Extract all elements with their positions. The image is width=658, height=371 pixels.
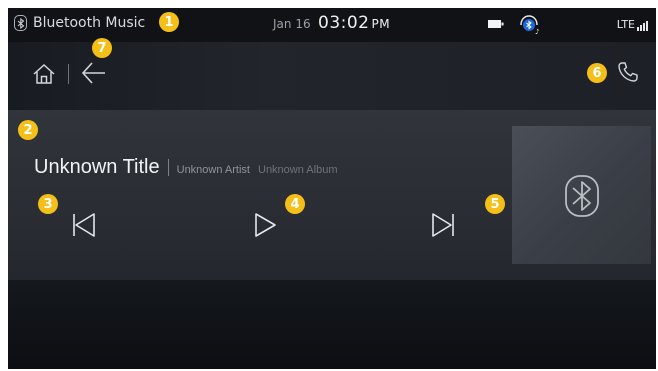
annotation-marker: 4 [285, 194, 305, 214]
source-indicator: Bluetooth Music [14, 15, 145, 31]
play-icon[interactable] [251, 211, 279, 239]
status-time: 03:02 PM [318, 13, 390, 33]
annotation-marker: 2 [18, 120, 38, 140]
annotation-marker: 6 [587, 63, 607, 83]
skip-previous-icon[interactable] [70, 211, 98, 239]
source-label: Bluetooth Music [33, 15, 146, 31]
bottom-panel [8, 280, 656, 369]
network-label: LTE [616, 18, 635, 31]
network-indicator: LTE [617, 18, 648, 31]
track-artist: Unknown Artist [176, 164, 250, 176]
annotation-marker: 5 [485, 194, 505, 214]
home-icon[interactable] [32, 62, 56, 86]
annotation-marker: 1 [159, 12, 179, 32]
annotation-marker: 3 [38, 194, 58, 214]
signal-bars-icon [636, 21, 648, 31]
nav-divider [68, 64, 69, 84]
car-display-screen: Bluetooth Music Jan 16 03:02 PM ♪ LTE Un… [8, 8, 656, 369]
annotation-marker: 7 [92, 38, 112, 58]
back-arrow-icon[interactable] [80, 60, 108, 86]
battery-icon [488, 20, 504, 28]
status-date: Jan 16 [273, 17, 311, 31]
time-ampm: PM [371, 17, 391, 31]
svg-text:♪: ♪ [535, 28, 539, 36]
album-art [512, 126, 651, 264]
track-album: Unknown Album [258, 164, 338, 176]
now-playing-panel: Unknown Title Unknown Artist Unknown Alb… [8, 110, 656, 280]
status-bar: Bluetooth Music Jan 16 03:02 PM ♪ LTE [8, 8, 656, 42]
track-title: Unknown Title [34, 156, 160, 178]
track-divider [167, 159, 169, 176]
track-info: Unknown Title Unknown Artist Unknown Alb… [34, 156, 338, 179]
phone-icon[interactable] [616, 60, 640, 84]
skip-next-icon[interactable] [429, 211, 457, 239]
time-value: 03:02 [318, 13, 370, 33]
bluetooth-icon [14, 15, 27, 31]
bluetooth-headset-icon: ♪ [520, 15, 539, 36]
bluetooth-icon [565, 175, 599, 217]
